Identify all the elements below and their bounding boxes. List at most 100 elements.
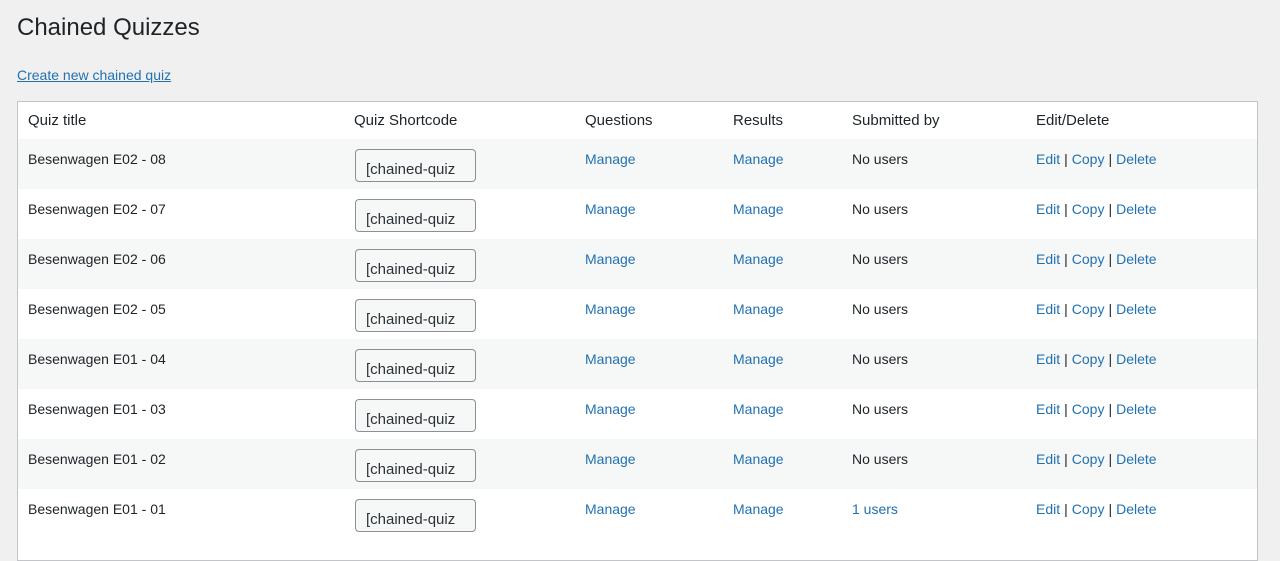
copy-link[interactable]: Copy — [1072, 251, 1105, 267]
submitted-by: No users — [852, 401, 909, 417]
separator: | — [1108, 251, 1113, 267]
manage-results-link[interactable]: Manage — [733, 201, 784, 217]
quizzes-table: Quiz title Quiz Shortcode Questions Resu… — [17, 101, 1258, 561]
row-actions: Edit | Copy | Delete — [1036, 501, 1157, 517]
table-row: Besenwagen E01 - 03 Manage Manage No users E… — [18, 389, 1257, 439]
delete-link[interactable]: Delete — [1116, 401, 1156, 417]
shortcode-field[interactable] — [355, 349, 476, 382]
column-header-edit-delete: Edit/Delete — [1036, 112, 1110, 129]
row-actions: Edit | Copy | Delete — [1036, 151, 1157, 167]
submitted-by: No users — [852, 451, 909, 467]
row-actions: Edit | Copy | Delete — [1036, 451, 1157, 467]
separator: | — [1108, 301, 1113, 317]
submitted-by: No users — [852, 201, 909, 217]
separator: | — [1108, 151, 1113, 167]
quiz-title: Besenwagen E01 - 04 — [28, 351, 166, 367]
separator: | — [1064, 301, 1068, 317]
quiz-title: Besenwagen E02 - 05 — [28, 301, 166, 317]
copy-link[interactable]: Copy — [1072, 451, 1105, 467]
shortcode-field[interactable] — [355, 399, 476, 432]
quiz-title: Besenwagen E01 - 03 — [28, 401, 166, 417]
manage-questions-link[interactable]: Manage — [585, 501, 636, 517]
shortcode-field[interactable] — [355, 499, 476, 532]
delete-link[interactable]: Delete — [1116, 351, 1156, 367]
table-row: Besenwagen E02 - 08 Manage Manage No users E… — [18, 139, 1257, 189]
submitted-by: No users — [852, 251, 909, 267]
edit-link[interactable]: Edit — [1036, 151, 1060, 167]
table-row: Besenwagen E01 - 04 Manage Manage No users E… — [18, 339, 1257, 389]
separator: | — [1108, 451, 1113, 467]
manage-results-link[interactable]: Manage — [733, 351, 784, 367]
manage-questions-link[interactable]: Manage — [585, 251, 636, 267]
manage-results-link[interactable]: Manage — [733, 451, 784, 467]
column-header-submitted-by: Submitted by — [852, 112, 940, 129]
delete-link[interactable]: Delete — [1116, 501, 1156, 517]
manage-results-link[interactable]: Manage — [733, 501, 784, 517]
copy-link[interactable]: Copy — [1072, 151, 1105, 167]
separator: | — [1108, 201, 1113, 217]
shortcode-field[interactable] — [355, 449, 476, 482]
manage-results-link[interactable]: Manage — [733, 301, 784, 317]
manage-results-link[interactable]: Manage — [733, 401, 784, 417]
submitted-by: No users — [852, 351, 909, 367]
manage-questions-link[interactable]: Manage — [585, 351, 636, 367]
edit-link[interactable]: Edit — [1036, 351, 1060, 367]
page-title: Chained Quizzes — [17, 14, 200, 41]
delete-link[interactable]: Delete — [1116, 451, 1156, 467]
manage-results-link[interactable]: Manage — [733, 151, 784, 167]
table-body: Besenwagen E02 - 08 Manage Manage No users E… — [18, 139, 1257, 539]
edit-link[interactable]: Edit — [1036, 251, 1060, 267]
table-row: Besenwagen E01 - 02 Manage Manage No users E… — [18, 439, 1257, 489]
manage-questions-link[interactable]: Manage — [585, 201, 636, 217]
copy-link[interactable]: Copy — [1072, 401, 1105, 417]
manage-questions-link[interactable]: Manage — [585, 151, 636, 167]
manage-questions-link[interactable]: Manage — [585, 401, 636, 417]
shortcode-field[interactable] — [355, 199, 476, 232]
separator: | — [1064, 401, 1068, 417]
edit-link[interactable]: Edit — [1036, 501, 1060, 517]
separator: | — [1108, 401, 1113, 417]
edit-link[interactable]: Edit — [1036, 401, 1060, 417]
table-row: Besenwagen E01 - 01 Manage Manage 1 users Ed… — [18, 489, 1257, 539]
delete-link[interactable]: Delete — [1116, 201, 1156, 217]
copy-link[interactable]: Copy — [1072, 301, 1105, 317]
submitted-by[interactable]: 1 users — [852, 501, 898, 517]
submitted-by: No users — [852, 301, 909, 317]
create-chained-quiz-link[interactable]: Create new chained quiz — [17, 67, 171, 83]
quiz-title: Besenwagen E01 - 01 — [28, 501, 166, 517]
separator: | — [1064, 501, 1068, 517]
shortcode-field[interactable] — [355, 299, 476, 332]
separator: | — [1108, 351, 1113, 367]
shortcode-field[interactable] — [355, 249, 476, 282]
quiz-title: Besenwagen E01 - 02 — [28, 451, 166, 467]
manage-results-link[interactable]: Manage — [733, 251, 784, 267]
quiz-title: Besenwagen E02 - 06 — [28, 251, 166, 267]
delete-link[interactable]: Delete — [1116, 151, 1156, 167]
shortcode-field[interactable] — [355, 149, 476, 182]
column-header-results: Results — [733, 112, 784, 129]
submitted-by: No users — [852, 151, 909, 167]
column-header-questions: Questions — [585, 112, 653, 129]
quiz-title: Besenwagen E02 - 08 — [28, 151, 166, 167]
edit-link[interactable]: Edit — [1036, 301, 1060, 317]
manage-questions-link[interactable]: Manage — [585, 301, 636, 317]
copy-link[interactable]: Copy — [1072, 201, 1105, 217]
manage-questions-link[interactable]: Manage — [585, 451, 636, 467]
row-actions: Edit | Copy | Delete — [1036, 401, 1157, 417]
row-actions: Edit | Copy | Delete — [1036, 251, 1157, 267]
copy-link[interactable]: Copy — [1072, 351, 1105, 367]
table-row: Besenwagen E02 - 05 Manage Manage No users E… — [18, 289, 1257, 339]
edit-link[interactable]: Edit — [1036, 201, 1060, 217]
edit-link[interactable]: Edit — [1036, 451, 1060, 467]
delete-link[interactable]: Delete — [1116, 301, 1156, 317]
copy-link[interactable]: Copy — [1072, 501, 1105, 517]
separator: | — [1064, 201, 1068, 217]
quiz-title: Besenwagen E02 - 07 — [28, 201, 166, 217]
separator: | — [1064, 151, 1068, 167]
separator: | — [1064, 251, 1068, 267]
separator: | — [1108, 501, 1113, 517]
delete-link[interactable]: Delete — [1116, 251, 1156, 267]
separator: | — [1064, 351, 1068, 367]
separator: | — [1064, 451, 1068, 467]
table-row: Besenwagen E02 - 07 Manage Manage No users E… — [18, 189, 1257, 239]
